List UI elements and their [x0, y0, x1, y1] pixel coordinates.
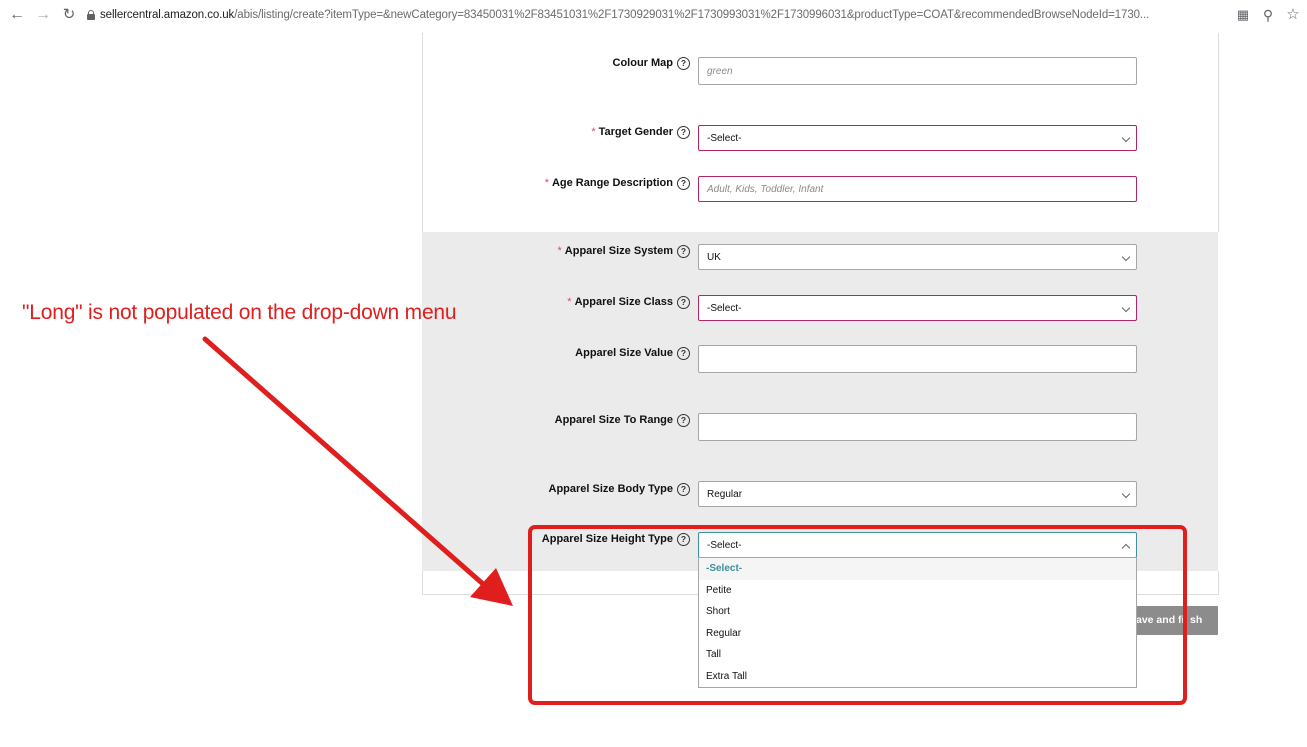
arrow-shaft	[202, 336, 486, 587]
annotation-arrow	[202, 336, 513, 606]
annotation-text: "Long" is not populated on the drop-down…	[22, 301, 457, 324]
arrow-head	[470, 568, 513, 606]
